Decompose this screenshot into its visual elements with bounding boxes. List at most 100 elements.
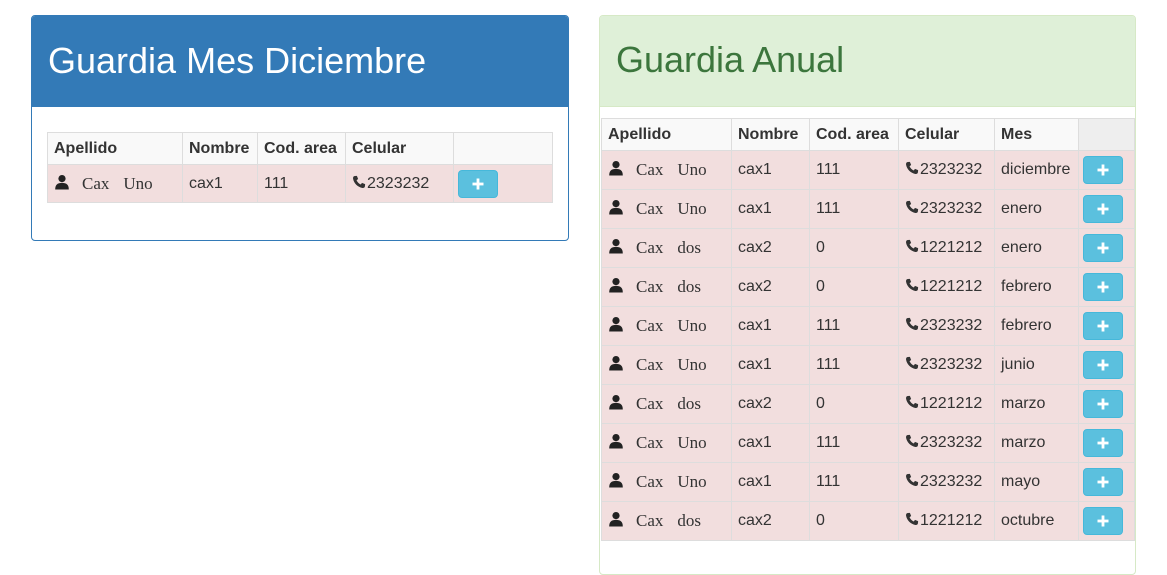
add-button[interactable] xyxy=(1083,507,1123,535)
user-icon xyxy=(608,160,624,176)
surname-text: Cax xyxy=(636,355,664,374)
monthly-panel-body: Apellido Nombre Cod. area Celular Cax Uno… xyxy=(47,132,553,203)
apellido-cell: Cax dos xyxy=(601,267,732,307)
celular-text: 2323232 xyxy=(920,161,983,178)
celular-text: 2323232 xyxy=(367,174,430,192)
nombre-cell: cax1 xyxy=(731,423,810,463)
mes-cell: enero xyxy=(994,228,1079,268)
add-button[interactable] xyxy=(1083,390,1123,418)
user-icon xyxy=(54,174,70,190)
surname-text: Cax xyxy=(636,433,664,452)
plus-icon xyxy=(472,178,484,190)
nombre-cell: cax1 xyxy=(731,150,810,190)
given-name-text: Uno xyxy=(677,160,707,179)
plus-icon xyxy=(1097,320,1109,332)
plus-icon xyxy=(1097,515,1109,527)
phone-icon xyxy=(905,200,919,214)
apellido-cell: Cax dos xyxy=(601,384,732,424)
cod-area-cell: 111 xyxy=(809,345,899,385)
user-icon xyxy=(608,511,624,527)
given-name-text: Uno xyxy=(677,355,707,374)
col-actions xyxy=(1078,118,1135,151)
apellido-cell: Cax Uno xyxy=(601,423,732,463)
mes-cell: febrero xyxy=(994,306,1079,346)
phone-icon xyxy=(905,239,919,253)
annual-table-body: Cax Uno cax1 111 2323232 diciembre Cax Uno cax1 1… xyxy=(601,150,1135,541)
given-name-text: Uno xyxy=(677,199,707,218)
celular-cell: 2323232 xyxy=(898,462,995,502)
celular-cell: 2323232 xyxy=(898,423,995,463)
add-button[interactable] xyxy=(1083,312,1123,340)
table-row: Cax Uno cax1 111 2323232 febrero xyxy=(601,306,1135,346)
apellido-cell: Cax dos xyxy=(601,501,732,541)
celular-cell: 2323232 xyxy=(898,345,995,385)
given-name-text: Uno xyxy=(677,472,707,491)
actions-cell xyxy=(1078,384,1135,424)
apellido-cell: Cax Uno xyxy=(601,345,732,385)
apellido-cell: Cax Uno xyxy=(601,306,732,346)
mes-cell: junio xyxy=(994,345,1079,385)
actions-cell xyxy=(453,164,553,203)
celular-text: 1221212 xyxy=(920,239,983,256)
col-celular: Celular xyxy=(345,132,454,165)
nombre-cell: cax1 xyxy=(182,164,258,203)
user-icon xyxy=(608,238,624,254)
nombre-cell: cax2 xyxy=(731,267,810,307)
table-row: Cax Uno cax1 111 2323232 marzo xyxy=(601,423,1135,463)
add-button[interactable] xyxy=(458,169,498,198)
actions-cell xyxy=(1078,306,1135,346)
cod-area-cell: 111 xyxy=(809,150,899,190)
plus-icon xyxy=(1097,437,1109,449)
nombre-cell: cax1 xyxy=(731,345,810,385)
add-button[interactable] xyxy=(1083,195,1123,223)
user-icon xyxy=(608,433,624,449)
table-row: Cax dos cax2 0 1221212 octubre xyxy=(601,501,1135,541)
celular-cell: 2323232 xyxy=(345,164,454,203)
mes-cell: febrero xyxy=(994,267,1079,307)
nombre-cell: cax1 xyxy=(731,189,810,229)
nombre-cell: cax1 xyxy=(731,306,810,346)
celular-text: 2323232 xyxy=(920,200,983,217)
nombre-cell: cax1 xyxy=(731,462,810,502)
actions-cell xyxy=(1078,228,1135,268)
celular-cell: 2323232 xyxy=(898,189,995,229)
add-button[interactable] xyxy=(1083,156,1123,184)
user-icon xyxy=(608,472,624,488)
add-button[interactable] xyxy=(1083,429,1123,457)
nombre-cell: cax2 xyxy=(731,501,810,541)
apellido-cell: Cax Uno xyxy=(601,189,732,229)
plus-icon xyxy=(1097,164,1109,176)
table-row: Cax Uno cax1 111 2323232 enero xyxy=(601,189,1135,229)
given-name-text: dos xyxy=(677,394,702,413)
annual-panel-heading: Guardia Anual xyxy=(600,16,1135,107)
celular-cell: 1221212 xyxy=(898,267,995,307)
col-cod-area: Cod. area xyxy=(257,132,346,165)
add-button[interactable] xyxy=(1083,273,1123,301)
monthly-panel: Guardia Mes Diciembre Apellido Nombre Co… xyxy=(31,15,569,241)
add-button[interactable] xyxy=(1083,351,1123,379)
mes-cell: diciembre xyxy=(994,150,1079,190)
phone-icon xyxy=(905,161,919,175)
monthly-header-row: Apellido Nombre Cod. area Celular xyxy=(47,132,553,165)
add-button[interactable] xyxy=(1083,468,1123,496)
monthly-table-body: Cax Uno cax1 111 2323232 xyxy=(47,164,553,203)
phone-icon xyxy=(352,175,366,189)
col-nombre: Nombre xyxy=(182,132,258,165)
col-mes: Mes xyxy=(994,118,1079,151)
add-button[interactable] xyxy=(1083,234,1123,262)
celular-text: 2323232 xyxy=(920,317,983,334)
cod-area-cell: 111 xyxy=(257,164,346,203)
phone-icon xyxy=(905,278,919,292)
given-name-text: dos xyxy=(677,238,702,257)
user-icon xyxy=(608,316,624,332)
cod-area-cell: 0 xyxy=(809,384,899,424)
given-name-text: Uno xyxy=(677,433,707,452)
phone-icon xyxy=(905,356,919,370)
surname-text: Cax xyxy=(636,472,664,491)
celular-text: 2323232 xyxy=(920,356,983,373)
annual-panel: Guardia Anual Apellido Nombre Cod. area … xyxy=(599,15,1136,575)
cod-area-cell: 111 xyxy=(809,306,899,346)
annual-panel-body: Apellido Nombre Cod. area Celular Mes Ca… xyxy=(601,118,1135,541)
col-apellido: Apellido xyxy=(47,132,183,165)
celular-text: 1221212 xyxy=(920,278,983,295)
